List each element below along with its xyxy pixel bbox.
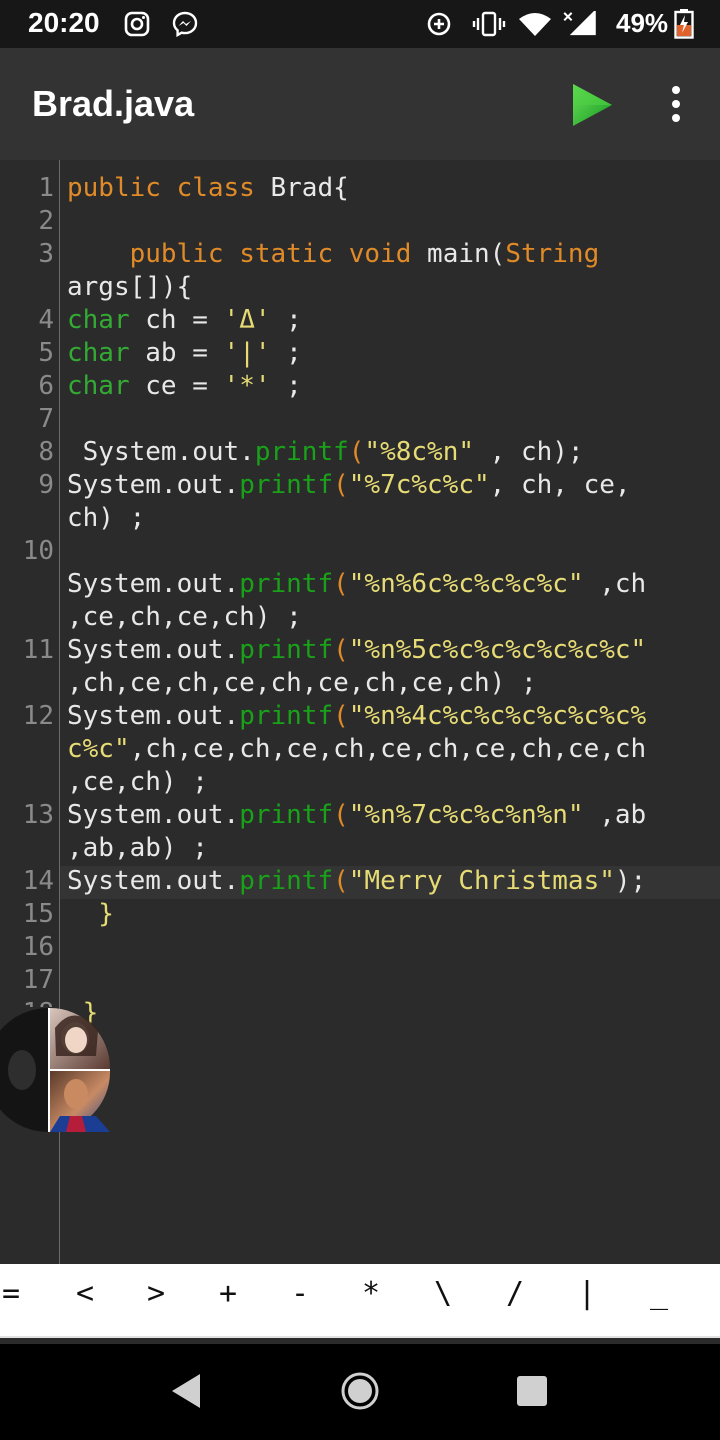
- code-line: c%c",ch,ce,ch,ce,ch,ce,ch,ce,ch,ce,ch: [67, 734, 647, 764]
- code-line-current: System.out.printf("Merry Christmas");: [67, 866, 647, 896]
- line-number: 12: [22, 701, 54, 731]
- code-line: System.out.printf("%n%7c%c%c%n%n" ,ab: [67, 800, 647, 830]
- line-number: 13: [22, 800, 54, 830]
- navigation-bar: [0, 1344, 720, 1440]
- line-number: 5: [38, 338, 54, 368]
- data-saver-icon: [427, 12, 451, 36]
- line-number: 15: [22, 899, 54, 929]
- recents-icon[interactable]: [516, 1375, 548, 1407]
- status-time: 20:20: [28, 7, 100, 38]
- instagram-icon: [124, 11, 150, 37]
- line-number: 4: [38, 305, 54, 335]
- back-icon[interactable]: [170, 1372, 202, 1410]
- status-bar: 20:20 49%: [0, 0, 720, 48]
- run-icon[interactable]: [570, 82, 614, 128]
- line-number: 7: [38, 404, 54, 434]
- code-line: System.out.printf("%n%6c%c%c%c%c" ,ch: [67, 569, 647, 599]
- battery-charging-icon: [674, 9, 694, 39]
- line-number: 16: [22, 932, 54, 962]
- symbol-key[interactable]: \: [418, 1276, 468, 1311]
- code-line: ,ch,ce,ch,ce,ch,ce,ch,ce,ch) ;: [67, 668, 537, 698]
- symbol-key[interactable]: *: [346, 1276, 396, 1311]
- code-line: System.out.printf("%n%5c%c%c%c%c%c%c": [67, 635, 647, 665]
- symbol-key[interactable]: |: [562, 1276, 612, 1311]
- code-line: char ch = 'Δ' ;: [67, 305, 302, 335]
- symbol-key[interactable]: -: [275, 1276, 325, 1311]
- code-line: System.out.printf("%n%4c%c%c%c%c%c%c%: [67, 701, 647, 731]
- messenger-icon: [172, 11, 198, 37]
- battery-percent: 49%: [616, 8, 669, 38]
- line-number: 1: [38, 173, 54, 203]
- symbol-key[interactable]: >: [131, 1276, 181, 1311]
- code-line: ,ce,ch,ce,ch) ;: [67, 602, 302, 632]
- line-number: 17: [22, 965, 54, 995]
- code-line: public class Brad{: [67, 173, 349, 203]
- code-line: public static void main(String: [129, 239, 600, 269]
- symbol-key[interactable]: /: [490, 1276, 540, 1311]
- code-line: args[]){: [67, 272, 193, 302]
- chat-head-bubble[interactable]: [0, 1008, 110, 1132]
- line-number: 6: [38, 371, 54, 401]
- line-number: 3: [38, 239, 54, 269]
- code-line: }: [67, 899, 114, 929]
- code-line: ch) ;: [67, 503, 146, 533]
- symbol-key[interactable]: +: [203, 1276, 253, 1311]
- line-number: 9: [38, 470, 54, 500]
- line-number: 18: [0, 997, 54, 1007]
- code-line: System.out.printf("%7c%c%c", ch, ce,: [67, 470, 631, 500]
- line-number: 8: [38, 437, 54, 467]
- symbol-key[interactable]: =: [0, 1276, 36, 1311]
- code-line: char ab = '|' ;: [67, 338, 302, 368]
- code-line: ,ce,ch) ;: [67, 767, 208, 797]
- home-icon[interactable]: [340, 1371, 380, 1411]
- vibrate-icon: [472, 11, 506, 37]
- app-bar: Brad.java: [0, 48, 720, 160]
- code-line: ,ab,ab) ;: [67, 833, 208, 863]
- line-number: 10: [22, 536, 54, 566]
- code-line: char ce = '*' ;: [67, 371, 302, 401]
- symbol-key[interactable]: <: [60, 1276, 110, 1311]
- line-number: 14: [22, 866, 54, 896]
- file-title: Brad.java: [32, 83, 195, 124]
- symbol-key[interactable]: _: [634, 1276, 684, 1311]
- line-number: 11: [22, 635, 54, 665]
- wifi-icon: [519, 13, 551, 36]
- code-line: System.out.printf("%8c%n" , ch);: [67, 437, 584, 467]
- symbol-bar: = < > + - * \ / | _: [0, 1264, 720, 1338]
- no-signal-icon: [563, 11, 596, 36]
- more-vert-icon[interactable]: [660, 84, 692, 124]
- line-number: 2: [38, 206, 54, 236]
